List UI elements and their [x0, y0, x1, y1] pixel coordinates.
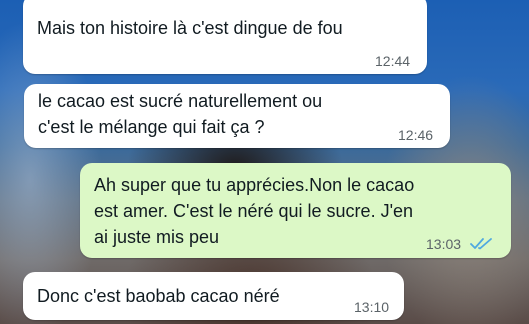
- incoming-message[interactable]: le cacao est sucré naturellement ou c'es…: [24, 84, 450, 148]
- message-time: 13:10: [354, 299, 390, 315]
- message-text: Mais ton histoire là c'est dingue de fou: [37, 18, 343, 38]
- message-text: le cacao est sucré naturellement ou c'es…: [38, 91, 323, 137]
- message-time: 12:44: [375, 53, 411, 69]
- message-time: 12:46: [398, 127, 434, 143]
- message-text: Ah super que tu apprécies.Non le cacao e…: [94, 175, 415, 247]
- incoming-message[interactable]: Mais ton histoire là c'est dingue de fou…: [23, 0, 427, 74]
- message-text: Donc c'est baobab cacao néré: [37, 286, 280, 306]
- message-time: 13:03: [426, 236, 462, 252]
- incoming-message[interactable]: Donc c'est baobab cacao néré 13:10: [23, 272, 404, 320]
- double-check-read-icon: [470, 238, 492, 250]
- outgoing-message[interactable]: Ah super que tu apprécies.Non le cacao e…: [80, 163, 511, 258]
